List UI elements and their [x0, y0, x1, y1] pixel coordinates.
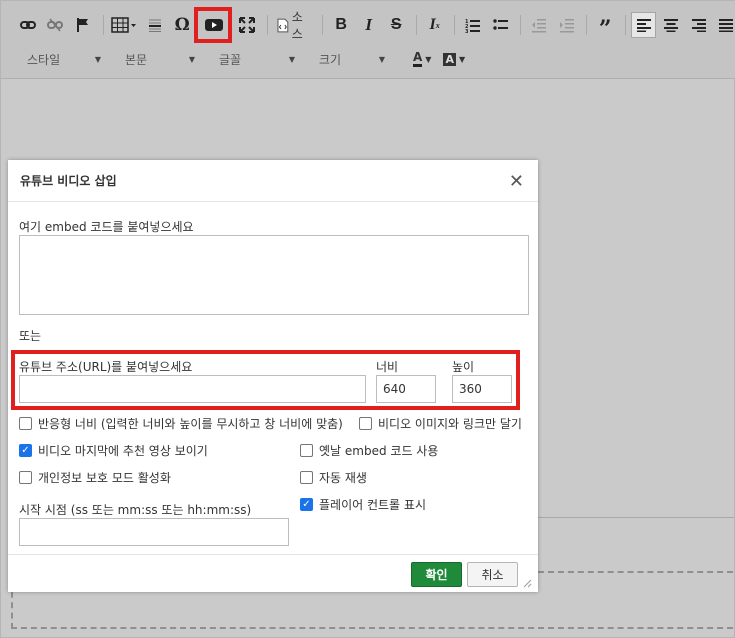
- source-label: 소스: [291, 10, 303, 41]
- start-time-input[interactable]: [19, 518, 289, 546]
- link-icon[interactable]: [15, 12, 41, 38]
- anchor-flag-icon[interactable]: [70, 12, 96, 38]
- remove-format-icon[interactable]: Ix: [422, 12, 448, 38]
- embed-code-textarea[interactable]: [19, 235, 529, 315]
- dialog-header: 유튜브 비디오 삽입 ✕: [8, 160, 538, 202]
- text-color-button[interactable]: A ▼: [413, 51, 431, 67]
- text-color-icon: A: [413, 51, 423, 67]
- align-center-icon[interactable]: [658, 12, 684, 38]
- editor-divider: [534, 517, 734, 518]
- chevron-down-icon: ▼: [425, 54, 432, 64]
- bg-color-icon: A: [443, 52, 456, 66]
- unlink-icon[interactable]: [43, 12, 69, 38]
- toolbar-row-2: 스타일 ▼ 본문 ▼ 글꼴 ▼ 크기 ▼ A ▼ A ▼: [19, 47, 465, 71]
- old-embed-label: 옛날 embed 코드 사용: [319, 444, 439, 458]
- chevron-down-icon: ▼: [188, 54, 195, 64]
- checkbox-show-controls[interactable]: ✓: [300, 498, 313, 511]
- toolbar-separator: [415, 15, 417, 35]
- align-right-icon[interactable]: [686, 12, 712, 38]
- show-controls-label: 플레이어 컨트롤 표시: [319, 498, 426, 512]
- style-combo-label: 스타일: [27, 52, 61, 67]
- special-char-icon[interactable]: Ω: [169, 12, 195, 38]
- maximize-icon[interactable]: [234, 12, 260, 38]
- toolbar-separator: [454, 15, 456, 35]
- checkbox-privacy-mode[interactable]: [19, 471, 32, 484]
- embed-label: 여기 embed 코드를 붙여넣으세요: [19, 220, 194, 234]
- checkbox-autoplay[interactable]: [300, 471, 313, 484]
- image-link-only-label: 비디오 이미지와 링크만 달기: [378, 417, 522, 431]
- chevron-down-icon: ▼: [458, 54, 466, 64]
- align-left-icon[interactable]: [630, 12, 657, 38]
- checkbox-show-related[interactable]: ✓: [19, 444, 32, 457]
- numbered-list-icon[interactable]: 123: [460, 12, 486, 38]
- checkbox-image-link-only[interactable]: [359, 417, 372, 430]
- italic-icon[interactable]: I: [356, 12, 382, 38]
- bg-color-button[interactable]: A ▼: [443, 52, 466, 66]
- table-icon[interactable]: [109, 12, 140, 38]
- size-combo[interactable]: 크기 ▼: [311, 48, 393, 70]
- autoplay-checkbox[interactable]: 자동 재생: [300, 469, 367, 486]
- responsive-checkbox[interactable]: 반응형 너비 (입력한 너비와 높이를 무시하고 창 너비에 맞춤): [19, 415, 343, 432]
- justify-icon[interactable]: [714, 12, 735, 38]
- font-combo[interactable]: 글꼴 ▼: [211, 48, 303, 70]
- youtube-dialog: 유튜브 비디오 삽입 ✕ 여기 embed 코드를 붙여넣으세요 또는 유튜브 …: [8, 160, 538, 592]
- ok-button[interactable]: 확인: [411, 562, 462, 587]
- dialog-footer: 확인 취소: [8, 554, 538, 592]
- responsive-label: 반응형 너비 (입력한 너비와 높이를 무시하고 창 너비에 맞춤): [38, 417, 343, 431]
- privacy-mode-checkbox[interactable]: 개인정보 보호 모드 활성화: [19, 469, 171, 486]
- blockquote-icon[interactable]: ”: [592, 12, 618, 42]
- resize-grip-icon[interactable]: [522, 578, 532, 588]
- toolbar-separator: [624, 15, 626, 35]
- close-icon[interactable]: ✕: [509, 171, 524, 192]
- dialog-title: 유튜브 비디오 삽입: [20, 174, 117, 188]
- or-label: 또는: [19, 329, 42, 343]
- strikethrough-icon[interactable]: S: [383, 12, 409, 38]
- show-controls-checkbox[interactable]: ✓ 플레이어 컨트롤 표시: [300, 496, 426, 513]
- source-icon: [277, 18, 289, 32]
- image-link-only-checkbox[interactable]: 비디오 이미지와 링크만 달기: [359, 415, 522, 432]
- size-combo-label: 크기: [319, 52, 342, 67]
- youtube-button-highlight: [194, 7, 232, 43]
- svg-text:3: 3: [465, 29, 469, 33]
- toolbar-separator: [267, 15, 268, 35]
- toolbar-separator: [520, 15, 522, 35]
- style-combo[interactable]: 스타일 ▼: [19, 48, 109, 70]
- indent-icon[interactable]: [554, 12, 580, 38]
- chevron-down-icon: ▼: [378, 54, 385, 64]
- bold-icon[interactable]: B: [328, 12, 354, 38]
- show-related-label: 비디오 마지막에 추천 영상 보이기: [38, 444, 208, 458]
- autoplay-label: 자동 재생: [319, 471, 367, 485]
- format-combo[interactable]: 본문 ▼: [117, 48, 203, 70]
- toolbar-separator: [102, 15, 104, 35]
- old-embed-checkbox[interactable]: 옛날 embed 코드 사용: [300, 442, 438, 459]
- checkbox-responsive[interactable]: [19, 417, 32, 430]
- start-time-label: 시작 시점 (ss 또는 mm:ss 또는 hh:mm:ss): [19, 503, 252, 517]
- horizontal-rule-icon[interactable]: [142, 12, 168, 38]
- chevron-down-icon: ▼: [288, 54, 295, 64]
- font-combo-label: 글꼴: [219, 52, 242, 67]
- show-related-checkbox[interactable]: ✓ 비디오 마지막에 추천 영상 보이기: [19, 442, 208, 459]
- format-combo-label: 본문: [125, 52, 148, 67]
- toolbar-separator: [322, 15, 324, 35]
- toolbar-row-1: Ω 소스 B I S Ix 123 ”: [15, 9, 735, 42]
- cancel-button[interactable]: 취소: [467, 562, 518, 587]
- checkbox-old-embed[interactable]: [300, 444, 313, 457]
- toolbar-separator: [586, 15, 588, 35]
- source-button[interactable]: 소스: [273, 10, 317, 41]
- url-section-highlight: [11, 350, 520, 410]
- bulleted-list-icon[interactable]: [488, 12, 514, 38]
- chevron-down-icon: ▼: [94, 54, 101, 64]
- privacy-mode-label: 개인정보 보호 모드 활성화: [38, 471, 171, 485]
- editor-toolbar: Ω 소스 B I S Ix 123 ” 스타일 ▼ 본문 ▼ 글꼴 ▼ 크기 ▼…: [1, 1, 735, 79]
- outdent-icon[interactable]: [526, 12, 552, 38]
